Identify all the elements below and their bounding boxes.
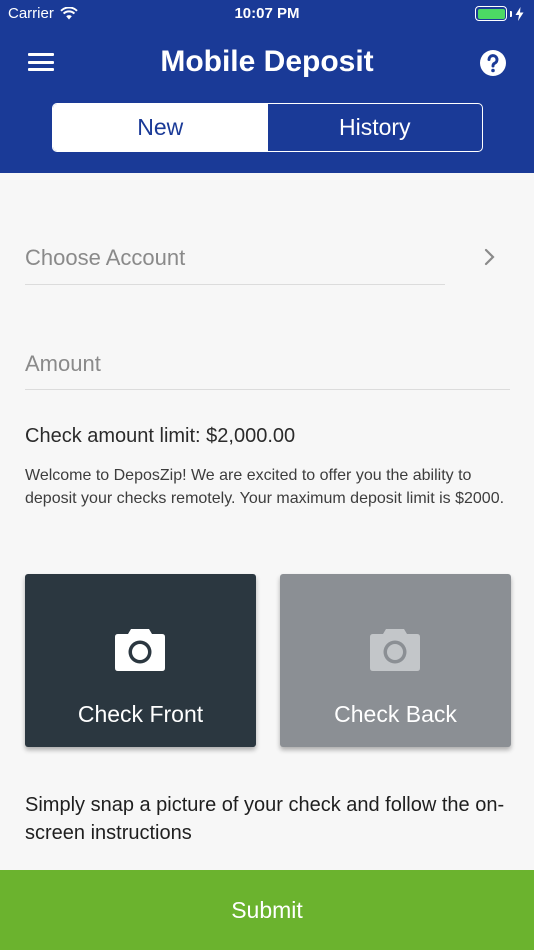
charging-bolt-icon [515, 6, 524, 21]
status-bar: Carrier 10:07 PM [0, 0, 534, 28]
amount-field[interactable]: Amount [25, 351, 101, 377]
choose-account-field[interactable]: Choose Account [25, 245, 185, 271]
tab-new[interactable]: New [53, 104, 268, 151]
check-back-button[interactable]: Check Back [280, 574, 511, 747]
app-header: Carrier 10:07 PM Mobile Deposit New Hist… [0, 0, 534, 173]
instructions-text: Simply snap a picture of your check and … [25, 794, 505, 844]
battery-indicator [475, 6, 524, 21]
tab-selector: New History [52, 103, 483, 152]
battery-icon [475, 6, 507, 21]
welcome-message: Welcome to DeposZip! We are excited to o… [25, 467, 505, 507]
check-front-button[interactable]: Check Front [25, 574, 256, 747]
submit-button[interactable]: Submit [0, 870, 534, 950]
chevron-right-icon[interactable] [482, 248, 498, 266]
check-limit-text: Check amount limit: $2,000.00 [25, 425, 296, 447]
amount-divider [25, 389, 510, 390]
check-back-label: Check Back [334, 701, 457, 727]
camera-icon [370, 629, 420, 671]
account-divider [25, 284, 445, 285]
page-title: Mobile Deposit [160, 45, 374, 78]
question-circle-icon[interactable] [479, 49, 507, 77]
clock: 10:07 PM [234, 5, 300, 22]
check-front-label: Check Front [77, 701, 204, 727]
camera-icon [115, 629, 165, 671]
tab-history[interactable]: History [268, 104, 483, 151]
